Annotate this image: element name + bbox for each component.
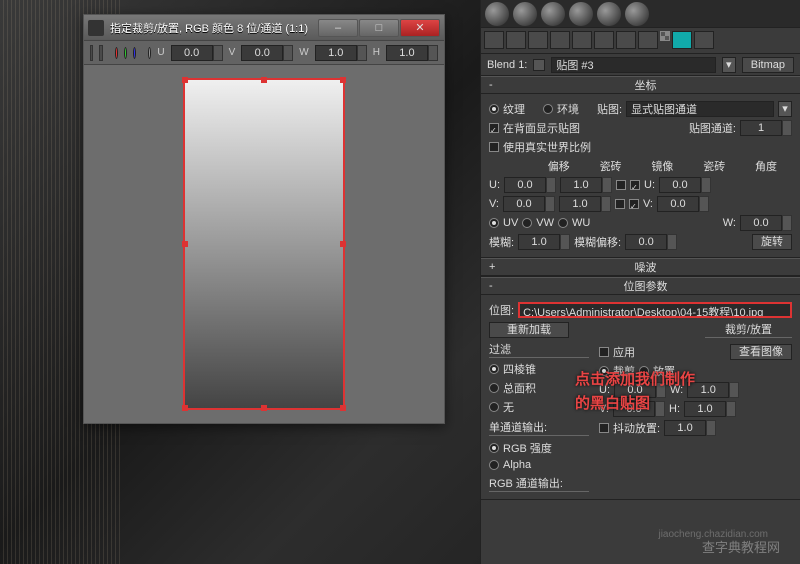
noise-header[interactable]: +噪波: [481, 258, 800, 276]
mapping-select[interactable]: 显式贴图通道: [626, 101, 774, 117]
crop-dialog: 指定裁剪/放置, RGB 颜色 8 位/通道 (1:1) – □ ✕ U 0.0…: [83, 14, 445, 424]
watermark-main: 查字典教程网: [702, 537, 780, 556]
gradient-preview[interactable]: [183, 78, 345, 410]
blue-channel-icon[interactable]: [133, 47, 136, 59]
pyramidal-radio[interactable]: [489, 364, 499, 374]
h-input[interactable]: 1.0: [386, 45, 428, 61]
material-id-icon[interactable]: [616, 31, 636, 49]
toolbar-row-1: [481, 28, 800, 54]
material-slot[interactable]: [513, 2, 537, 26]
w-spinner[interactable]: [357, 45, 367, 61]
v-offset-input[interactable]: 0.0: [503, 196, 545, 212]
w-angle-input[interactable]: 0.0: [740, 215, 782, 231]
alpha-radio[interactable]: [489, 460, 499, 470]
texture-radio[interactable]: [489, 104, 499, 114]
map-type-button[interactable]: Bitmap: [742, 57, 794, 73]
reload-button[interactable]: 重新加载: [489, 322, 569, 338]
map-name-field[interactable]: 贴图 #3: [551, 57, 715, 73]
maximize-button[interactable]: □: [359, 19, 399, 37]
material-slot[interactable]: [569, 2, 593, 26]
annotation-line-2: 的黑白贴图: [575, 392, 650, 413]
tool-icon-2[interactable]: [99, 45, 102, 61]
u-angle-input[interactable]: 0.0: [659, 177, 701, 193]
green-channel-icon[interactable]: [124, 47, 127, 59]
material-slot[interactable]: [597, 2, 621, 26]
crop-dialog-title: 指定裁剪/放置, RGB 颜色 8 位/通道 (1:1): [110, 20, 317, 36]
tool-icon-1[interactable]: [90, 45, 93, 61]
u-offset-input[interactable]: 0.0: [504, 177, 546, 193]
u-tile-input[interactable]: 1.0: [560, 177, 602, 193]
material-slot[interactable]: [541, 2, 565, 26]
put-library-icon[interactable]: [594, 31, 614, 49]
rotate-button[interactable]: 旋转: [752, 234, 792, 250]
material-editor-panel: Blend 1: 贴图 #3 ▾ Bitmap -坐标 纹理 环境 贴图: 显式…: [480, 0, 800, 564]
bitmap-params-header[interactable]: -位图参数: [481, 277, 800, 295]
blur-input[interactable]: 1.0: [518, 234, 560, 250]
show-end-icon[interactable]: [660, 31, 670, 41]
annotation-line-1: 点击添加我们制作: [575, 368, 695, 389]
u-label: U: [157, 47, 164, 58]
v-label: V: [229, 47, 236, 58]
map-name-row: Blend 1: 贴图 #3 ▾ Bitmap: [481, 54, 800, 76]
crop-h-input[interactable]: 1.0: [684, 401, 726, 417]
none-radio[interactable]: [489, 402, 499, 412]
w-label: W: [299, 47, 308, 58]
alpha-channel-icon[interactable]: [148, 47, 151, 59]
v-spinner[interactable]: [283, 45, 293, 61]
dropdown-arrow-icon[interactable]: ▾: [722, 57, 736, 73]
make-unique-icon[interactable]: [572, 31, 592, 49]
apply-crop-checkbox[interactable]: [599, 347, 609, 357]
summed-radio[interactable]: [489, 383, 499, 393]
jitter-checkbox[interactable]: [599, 423, 609, 433]
h-spinner[interactable]: [428, 45, 438, 61]
v-tile-checkbox[interactable]: [629, 199, 639, 209]
v-tile-input[interactable]: 1.0: [559, 196, 601, 212]
view-image-button[interactable]: 查看图像: [730, 344, 792, 360]
h-label: H: [373, 47, 380, 58]
crop-dialog-toolbar: U 0.0 V 0.0 W 1.0 H 1.0: [84, 41, 444, 65]
crop-dialog-titlebar[interactable]: 指定裁剪/放置, RGB 颜色 8 位/通道 (1:1) – □ ✕: [84, 15, 444, 41]
u-mirror-checkbox[interactable]: [616, 180, 626, 190]
v-input[interactable]: 0.0: [241, 45, 283, 61]
noise-rollup: +噪波: [481, 258, 800, 277]
delete-icon[interactable]: [528, 31, 548, 49]
u-input[interactable]: 0.0: [171, 45, 213, 61]
uv-radio[interactable]: [489, 218, 499, 228]
material-slot[interactable]: [625, 2, 649, 26]
options-icon[interactable]: [550, 31, 570, 49]
v-mirror-checkbox[interactable]: [615, 199, 625, 209]
u-spinner[interactable]: [213, 45, 223, 61]
wu-radio[interactable]: [558, 218, 568, 228]
coordinates-rollup: -坐标 纹理 环境 贴图: 显式贴图通道 ▾ 在背面显示贴图 贴图通道: 1 使…: [481, 76, 800, 258]
u-tile-checkbox[interactable]: [630, 180, 640, 190]
crop-dialog-icon: [88, 20, 104, 36]
material-slots: [481, 0, 800, 28]
vw-radio[interactable]: [522, 218, 532, 228]
minimize-button[interactable]: –: [318, 19, 358, 37]
red-channel-icon[interactable]: [115, 47, 118, 59]
dropdown-arrow-icon[interactable]: ▾: [778, 101, 792, 117]
go-sibling-icon[interactable]: [694, 31, 714, 49]
show-back-checkbox[interactable]: [489, 123, 499, 133]
close-button[interactable]: ✕: [400, 19, 440, 37]
channel-input[interactable]: 1: [740, 120, 782, 136]
environ-radio[interactable]: [543, 104, 553, 114]
blur-offset-input[interactable]: 0.0: [625, 234, 667, 250]
w-input[interactable]: 1.0: [315, 45, 357, 61]
go-parent-icon[interactable]: [672, 31, 692, 49]
v-angle-input[interactable]: 0.0: [657, 196, 699, 212]
eyedropper-icon[interactable]: [484, 31, 504, 49]
map-slot-icon[interactable]: [533, 59, 545, 71]
assign-icon[interactable]: [506, 31, 526, 49]
rgb-intensity-radio[interactable]: [489, 443, 499, 453]
crop-dialog-body: [84, 65, 444, 423]
show-map-icon[interactable]: [638, 31, 658, 49]
jitter-input[interactable]: 1.0: [664, 420, 706, 436]
blend-label: Blend 1:: [487, 59, 527, 71]
material-slot[interactable]: [485, 2, 509, 26]
realworld-checkbox[interactable]: [489, 142, 499, 152]
bitmap-path-button[interactable]: C:\Users\Administrator\Desktop\04-15教程\1…: [518, 302, 792, 318]
coordinates-header[interactable]: -坐标: [481, 76, 800, 94]
